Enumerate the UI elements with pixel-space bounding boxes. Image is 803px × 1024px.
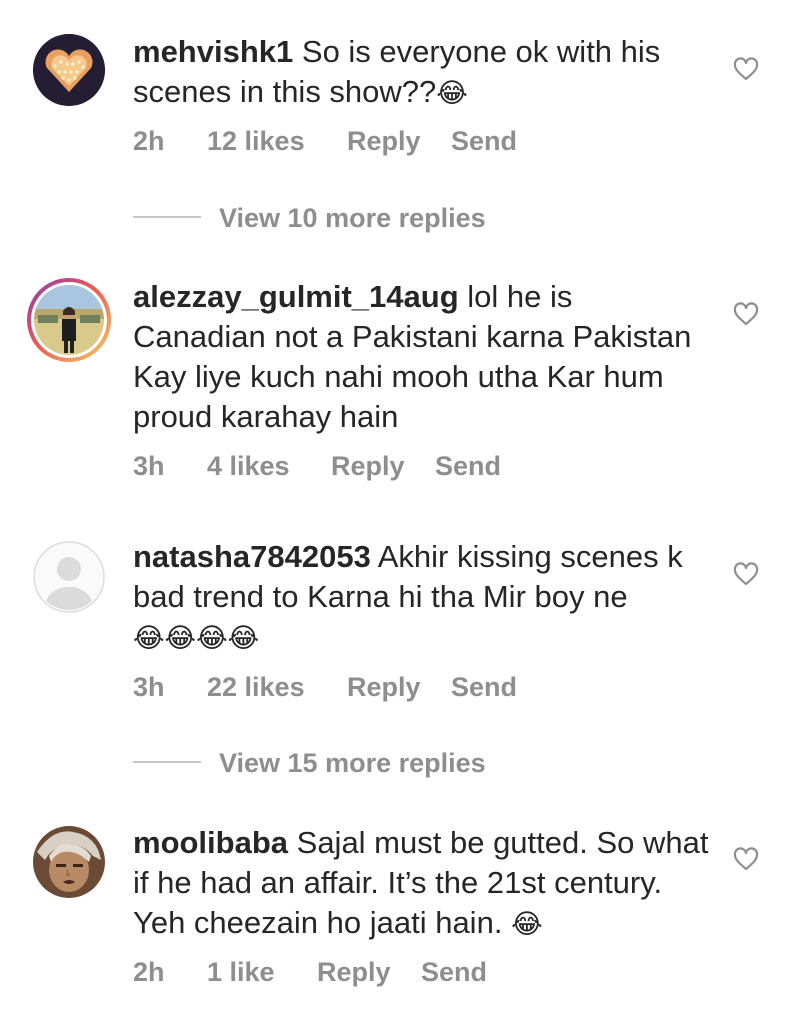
comment-time: 3h — [133, 672, 165, 702]
comment-text: alezzay_gulmit_14aug lol he is Canadian … — [133, 277, 713, 437]
heart-outline-icon[interactable] — [733, 847, 759, 871]
likes-count[interactable]: 22 likes — [207, 672, 347, 703]
comment-username[interactable]: natasha7842053 — [133, 539, 371, 574]
send-button[interactable]: Send — [421, 957, 487, 988]
reply-button[interactable]: Reply — [347, 126, 451, 157]
laughing-emoji-icon: 😂 — [436, 78, 468, 109]
comment-time: 3h — [133, 451, 165, 481]
avatar-story-ring[interactable] — [27, 278, 111, 362]
heart-outline-icon[interactable] — [733, 302, 759, 326]
view-replies-label: View 15 more replies — [219, 748, 486, 778]
comment-time: 2h — [133, 126, 165, 156]
avatar[interactable] — [33, 826, 105, 898]
likes-count[interactable]: 1 like — [207, 957, 317, 988]
comment-username[interactable]: moolibaba — [133, 825, 288, 860]
divider-line — [133, 760, 201, 763]
comment-time: 2h — [133, 957, 165, 987]
divider-line — [133, 215, 201, 218]
likes-count[interactable]: 12 likes — [207, 126, 347, 157]
view-replies-label: View 10 more replies — [219, 203, 486, 233]
heart-outline-icon[interactable] — [733, 562, 759, 586]
comment-meta: 2h 1 like Reply Send — [133, 957, 487, 988]
likes-count[interactable]: 4 likes — [207, 451, 331, 482]
comment-meta: 3h 22 likes Reply Send — [133, 672, 517, 703]
send-button[interactable]: Send — [435, 451, 501, 482]
view-replies-button[interactable]: View 10 more replies — [133, 203, 486, 234]
comment-username[interactable]: alezzay_gulmit_14aug — [133, 279, 459, 314]
avatar-image — [34, 285, 104, 355]
reply-button[interactable]: Reply — [317, 957, 421, 988]
avatar-image — [33, 34, 105, 106]
laughing-emoji-icon: 😂😂😂😂 — [133, 623, 260, 654]
comment-text: moolibaba Sajal must be gutted. So what … — [133, 823, 713, 945]
avatar-image — [33, 541, 105, 613]
reply-button[interactable]: Reply — [347, 672, 451, 703]
default-avatar-icon[interactable] — [33, 541, 105, 613]
view-replies-button[interactable]: View 15 more replies — [133, 748, 486, 779]
comment-text: mehvishk1 So is everyone ok with his sce… — [133, 32, 713, 114]
heart-outline-icon[interactable] — [733, 57, 759, 81]
comment-meta: 2h 12 likes Reply Send — [133, 126, 517, 157]
avatar[interactable] — [33, 34, 105, 106]
comment-meta: 3h 4 likes Reply Send — [133, 451, 501, 482]
comment-username[interactable]: mehvishk1 — [133, 34, 293, 69]
laughing-emoji-icon: 😂 — [511, 909, 543, 940]
comment-text: natasha7842053 Akhir kissing scenes k ba… — [133, 537, 713, 659]
send-button[interactable]: Send — [451, 672, 517, 703]
avatar-image — [33, 826, 105, 898]
reply-button[interactable]: Reply — [331, 451, 435, 482]
send-button[interactable]: Send — [451, 126, 517, 157]
